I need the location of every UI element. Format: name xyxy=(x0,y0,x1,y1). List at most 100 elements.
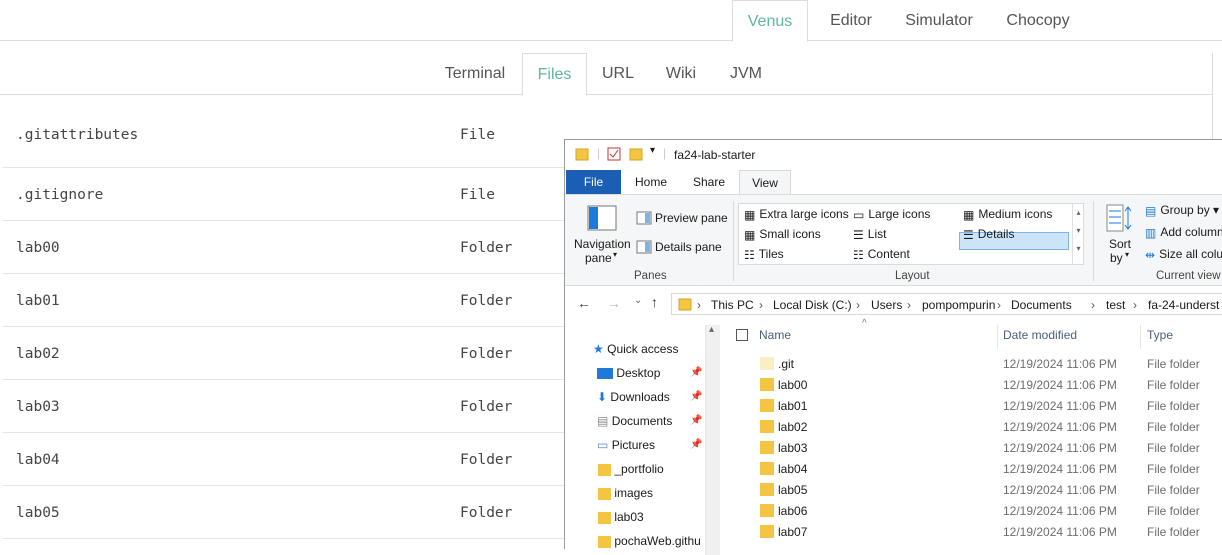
address-bar-row: ← → ⌄ ↑ › This PC › Local Disk (C:) › Us… xyxy=(565,293,1222,315)
file-row[interactable]: lab03 12/19/2024 11:06 PM File folder xyxy=(725,438,1222,459)
group-by-button[interactable]: ▤ Group by ▾ xyxy=(1145,203,1219,218)
small-icons-label: Small icons xyxy=(759,227,821,241)
nav-item-images[interactable]: images xyxy=(598,486,653,500)
list-option[interactable]: ☰ List xyxy=(853,227,886,242)
nav-item-desktop[interactable]: Desktop xyxy=(597,366,660,380)
nav-item-lab03[interactable]: lab03 xyxy=(598,510,644,524)
nav-label: Downloads xyxy=(610,390,670,404)
tab-view[interactable]: View xyxy=(739,170,791,194)
tab-url[interactable]: URL xyxy=(594,53,642,95)
breadcrumb-users[interactable]: Users xyxy=(871,298,902,312)
file-date: 12/19/2024 11:06 PM xyxy=(1003,399,1117,413)
file-row[interactable]: .gitattributes File xyxy=(3,115,603,168)
tab-files[interactable]: Files xyxy=(522,53,587,96)
tab-home[interactable]: Home xyxy=(631,170,671,194)
column-divider[interactable] xyxy=(997,325,998,349)
chevron-down-icon[interactable]: ▾ xyxy=(613,250,617,259)
folder-icon xyxy=(598,487,611,500)
folder-icon xyxy=(598,463,611,476)
gallery-scroll[interactable]: ▴ ▾ ▾ xyxy=(1072,204,1084,264)
new-folder-icon[interactable] xyxy=(629,147,643,161)
file-row[interactable]: .git 12/19/2024 11:06 PM File folder xyxy=(725,354,1222,375)
chevron-down-icon[interactable]: ▾ xyxy=(1125,250,1129,259)
column-header-date[interactable]: Date modified xyxy=(1003,328,1077,342)
icon-grid-icon: ▦ xyxy=(744,227,756,242)
details-pane-button[interactable]: Details pane xyxy=(655,240,722,254)
file-row[interactable]: lab04 12/19/2024 11:06 PM File folder xyxy=(725,459,1222,480)
file-row[interactable]: lab05 Folder xyxy=(3,486,603,539)
file-row[interactable]: lab02 12/19/2024 11:06 PM File folder xyxy=(725,417,1222,438)
preview-pane-button[interactable]: Preview pane xyxy=(655,211,728,225)
file-row[interactable]: lab05 12/19/2024 11:06 PM File folder xyxy=(725,480,1222,501)
folder-icon xyxy=(575,148,589,161)
file-row[interactable]: lab00 12/19/2024 11:06 PM File folder xyxy=(725,375,1222,396)
file-type: Folder xyxy=(460,452,513,468)
tab-venus[interactable]: Venus xyxy=(732,0,808,42)
breadcrumb-local-disk[interactable]: Local Disk (C:) xyxy=(773,298,852,312)
size-all-columns-button[interactable]: ⇹ Size all colu xyxy=(1145,247,1222,262)
nav-item-pictures[interactable]: ▭ Pictures xyxy=(597,438,655,452)
breadcrumb-documents[interactable]: Documents xyxy=(1011,298,1072,312)
file-row[interactable]: lab03 Folder xyxy=(3,380,603,433)
navigation-pane-button[interactable]: Navigation xyxy=(574,237,631,251)
tab-file[interactable]: File xyxy=(566,170,621,194)
details-option[interactable]: ☰ Details xyxy=(963,227,1014,242)
chevron-up-icon[interactable]: ▴ xyxy=(709,324,714,335)
breadcrumb-this-pc[interactable]: This PC xyxy=(711,298,754,312)
nav-item-portfolio[interactable]: _portfolio xyxy=(598,462,664,476)
pin-icon[interactable]: 📌 xyxy=(690,367,702,378)
tab-terminal[interactable]: Terminal xyxy=(436,53,514,95)
chevron-down-icon[interactable]: ⌄ xyxy=(634,295,642,306)
forward-arrow-icon[interactable]: → xyxy=(607,295,621,311)
breadcrumb-user[interactable]: pompompurin xyxy=(922,298,995,312)
column-header-name[interactable]: Name xyxy=(759,328,791,342)
quick-access-item[interactable]: ★ Quick access xyxy=(593,342,678,356)
tab-simulator[interactable]: Simulator xyxy=(895,0,983,41)
file-row[interactable]: lab04 Folder xyxy=(3,433,603,486)
tiles-option[interactable]: ☷ Tiles xyxy=(744,247,784,262)
file-row[interactable]: lab02 Folder xyxy=(3,327,603,380)
file-row[interactable]: lab01 12/19/2024 11:06 PM File folder xyxy=(725,396,1222,417)
tab-jvm[interactable]: JVM xyxy=(718,53,774,95)
small-icons-option[interactable]: ▦ Small icons xyxy=(744,227,821,242)
nav-item-documents[interactable]: ▤ Documents xyxy=(597,414,672,428)
column-divider[interactable] xyxy=(1140,325,1141,349)
scrollbar[interactable] xyxy=(1212,53,1222,143)
tiles-icon: ☷ xyxy=(744,247,755,262)
pin-icon[interactable]: 📌 xyxy=(690,415,702,426)
tab-share[interactable]: Share xyxy=(688,170,730,194)
back-arrow-icon[interactable]: ← xyxy=(577,295,591,311)
column-header-type[interactable]: Type xyxy=(1147,328,1173,342)
nav-item-downloads[interactable]: ⬇ Downloads xyxy=(597,390,670,404)
sort-icon xyxy=(1106,204,1132,232)
tab-chocopy[interactable]: Chocopy xyxy=(995,0,1081,41)
file-row[interactable]: lab01 Folder xyxy=(3,274,603,327)
navigation-pane-label[interactable]: pane xyxy=(585,251,612,265)
up-arrow-icon[interactable]: ↑ xyxy=(651,294,658,310)
file-date: 12/19/2024 11:06 PM xyxy=(1003,525,1117,539)
breadcrumb-test[interactable]: test xyxy=(1106,298,1125,312)
breadcrumb-folder[interactable]: fa-24-underst xyxy=(1148,298,1219,312)
file-row[interactable]: .gitignore File xyxy=(3,168,603,221)
nav-scrollbar[interactable]: ▴ xyxy=(705,324,720,555)
nav-item-pochaweb[interactable]: pochaWeb.githu xyxy=(598,534,701,548)
file-row[interactable]: lab06 12/19/2024 11:06 PM File folder xyxy=(725,501,1222,522)
properties-icon[interactable] xyxy=(607,147,621,161)
chevron-down-icon[interactable]: ▾ xyxy=(650,145,655,156)
tab-editor[interactable]: Editor xyxy=(817,0,885,41)
sort-by-button[interactable]: Sort xyxy=(1109,237,1131,251)
add-columns-label: Add column xyxy=(1160,225,1222,239)
pin-icon[interactable]: 📌 xyxy=(690,439,702,450)
select-all-checkbox[interactable] xyxy=(736,329,748,341)
file-row[interactable]: lab00 Folder xyxy=(3,221,603,274)
medium-icons-option[interactable]: ▦ Medium icons xyxy=(963,207,1052,222)
sort-by-label[interactable]: by xyxy=(1110,251,1123,265)
extra-large-icons-option[interactable]: ▦ Extra large icons xyxy=(744,207,849,222)
content-option[interactable]: ☷ Content xyxy=(853,247,910,262)
add-columns-button[interactable]: ▥ Add column xyxy=(1145,225,1222,240)
tab-wiki[interactable]: Wiki xyxy=(653,53,709,95)
file-date: 12/19/2024 11:06 PM xyxy=(1003,504,1117,518)
large-icons-option[interactable]: ▭ Large icons xyxy=(853,207,930,222)
address-bar[interactable]: › This PC › Local Disk (C:) › Users › po… xyxy=(671,293,1222,315)
pin-icon[interactable]: 📌 xyxy=(690,391,702,402)
